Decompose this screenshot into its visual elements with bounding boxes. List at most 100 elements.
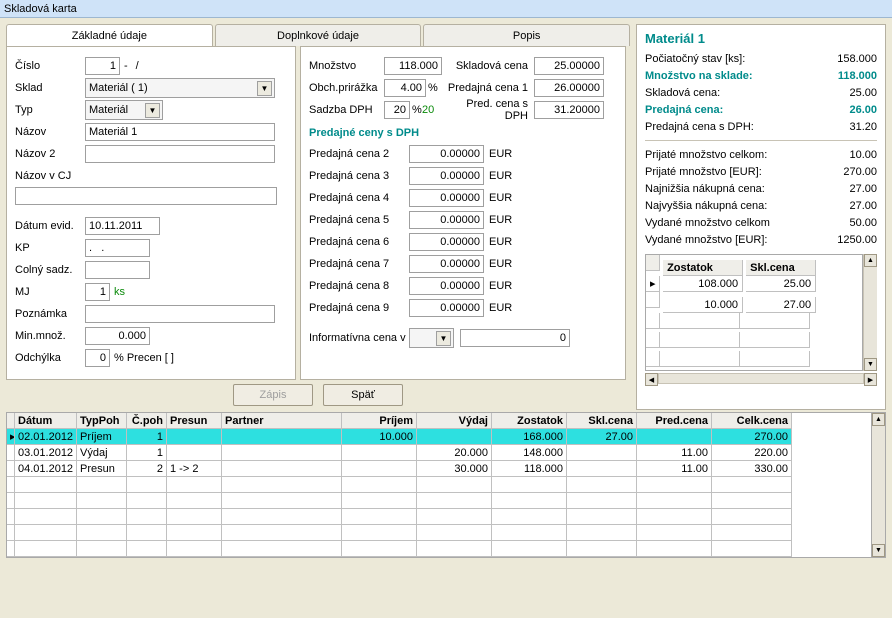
label-infc: Informatívna cena v	[309, 332, 409, 344]
input-cislo-a[interactable]	[85, 57, 120, 75]
input-p9[interactable]	[409, 299, 484, 317]
val-najv: 27.00	[849, 200, 877, 212]
label-sklad: Sklad	[15, 82, 85, 94]
gh-pc[interactable]: Pred.cena	[637, 413, 712, 429]
input-skc[interactable]	[534, 57, 604, 75]
tab-extra[interactable]: Doplnkové údaje	[215, 24, 422, 46]
gh-d[interactable]: Dátum	[15, 413, 77, 429]
mj-unit: ks	[110, 286, 125, 298]
input-nazov-cj[interactable]	[15, 187, 277, 205]
gc-d: 02.01.2012	[15, 429, 77, 445]
input-datum[interactable]	[85, 217, 160, 235]
combo-sklad[interactable]: Materiál ( 1) ▼	[85, 78, 275, 98]
summary-table-vscroll[interactable]: ▲ ▼	[863, 254, 877, 371]
scroll-up-icon[interactable]: ▲	[864, 254, 877, 267]
summary-table-hscroll[interactable]	[658, 373, 864, 384]
summary-title: Materiál 1	[645, 31, 877, 46]
input-p2[interactable]	[409, 145, 484, 163]
input-nazov[interactable]	[85, 123, 275, 141]
input-p8[interactable]	[409, 277, 484, 295]
input-p3[interactable]	[409, 167, 484, 185]
combo-typ[interactable]: Materiál ▼	[85, 100, 163, 120]
label-p7: Predajná cena 7	[309, 258, 409, 270]
scroll-up-icon[interactable]: ▲	[872, 413, 885, 426]
input-p4[interactable]	[409, 189, 484, 207]
gh-ck[interactable]: Celk.cena	[712, 413, 792, 429]
zapis-button[interactable]: Zápis	[233, 384, 313, 406]
input-obch[interactable]	[384, 79, 426, 97]
gc-c	[127, 509, 167, 525]
input-colny[interactable]	[85, 261, 150, 279]
label-dph: Sadzba DPH	[309, 104, 384, 116]
movements-grid[interactable]: DátumTypPohČ.pohPresunPartnerPríjemVýdaj…	[6, 412, 872, 558]
input-odch[interactable]	[85, 349, 110, 367]
input-p5[interactable]	[409, 211, 484, 229]
table-row[interactable]	[7, 509, 871, 525]
scroll-down-icon[interactable]: ▼	[872, 544, 885, 557]
grid-vscroll[interactable]: ▲ ▼	[872, 412, 886, 558]
chevron-down-icon[interactable]: ▼	[436, 331, 451, 346]
gh-vy[interactable]: Výdaj	[417, 413, 492, 429]
chevron-down-icon[interactable]: ▼	[257, 81, 272, 96]
gc-zo	[492, 493, 567, 509]
table-row[interactable]	[7, 541, 871, 557]
input-nazov2[interactable]	[85, 145, 275, 163]
tab-basic[interactable]: Základné údaje	[6, 24, 213, 46]
cur-eur: EUR	[484, 302, 512, 314]
gc-ck	[712, 509, 792, 525]
gh-zo[interactable]: Zostatok	[492, 413, 567, 429]
cur-eur: EUR	[484, 236, 512, 248]
label-kp: KP	[15, 242, 85, 254]
gc-pc	[637, 477, 712, 493]
label-mnoz: Množstvo	[309, 60, 384, 72]
input-infc[interactable]	[460, 329, 570, 347]
scroll-left-icon[interactable]: ◀	[645, 373, 658, 386]
table-row[interactable]: 04.01.2012Presun21 -> 230.000118.00011.0…	[7, 461, 871, 477]
gc-c: 1	[127, 445, 167, 461]
gc-zo: 168.000	[492, 429, 567, 445]
gh-pa[interactable]: Partner	[222, 413, 342, 429]
table-row[interactable]: 03.01.2012Výdaj120.000148.00011.00220.00	[7, 445, 871, 461]
input-kp[interactable]	[85, 239, 150, 257]
tab-desc[interactable]: Popis	[423, 24, 630, 46]
pct-icon: %	[426, 82, 438, 94]
label-cislo: Číslo	[15, 60, 85, 72]
table-row[interactable]	[7, 477, 871, 493]
input-pc1[interactable]	[534, 79, 604, 97]
scroll-down-icon[interactable]: ▼	[864, 358, 877, 371]
gh-pr[interactable]: Presun	[167, 413, 222, 429]
scroll-right-icon[interactable]: ▶	[864, 373, 877, 386]
input-pcdph[interactable]	[534, 101, 604, 119]
row-indicator-header	[646, 255, 660, 271]
input-p7[interactable]	[409, 255, 484, 273]
th-zostatok: Zostatok	[663, 260, 743, 276]
label-nazov-cj: Názov v CJ	[15, 170, 85, 182]
gc-pc	[637, 525, 712, 541]
label-p4: Predajná cena 4	[309, 192, 409, 204]
combo-infc[interactable]: ▼	[409, 328, 454, 348]
table-row[interactable]: ▸02.01.2012Príjem110.000168.00027.00270.…	[7, 429, 871, 445]
cur-eur: EUR	[484, 214, 512, 226]
input-p6[interactable]	[409, 233, 484, 251]
table-row[interactable]	[7, 493, 871, 509]
label-mnozskl: Množstvo na sklade:	[645, 70, 753, 82]
input-mnoz[interactable]	[384, 57, 442, 75]
val-prijm: 10.00	[849, 149, 877, 161]
gc-pc: 11.00	[637, 445, 712, 461]
table-row[interactable]	[7, 525, 871, 541]
gh-t[interactable]: TypPoh	[77, 413, 127, 429]
input-minm[interactable]	[85, 327, 150, 345]
gh-sk[interactable]: Skl.cena	[567, 413, 637, 429]
gc-d	[15, 541, 77, 557]
input-dph[interactable]	[384, 101, 410, 119]
chevron-down-icon[interactable]: ▼	[145, 103, 160, 118]
gh-c[interactable]: Č.poh	[127, 413, 167, 429]
spat-button[interactable]: Späť	[323, 384, 403, 406]
input-pozn[interactable]	[85, 305, 275, 323]
gc-sk: 27.00	[567, 429, 637, 445]
gc-pa	[222, 477, 342, 493]
gc-c	[127, 525, 167, 541]
input-mj[interactable]	[85, 283, 110, 301]
gh-pi[interactable]: Príjem	[342, 413, 417, 429]
label-p9: Predajná cena 9	[309, 302, 409, 314]
